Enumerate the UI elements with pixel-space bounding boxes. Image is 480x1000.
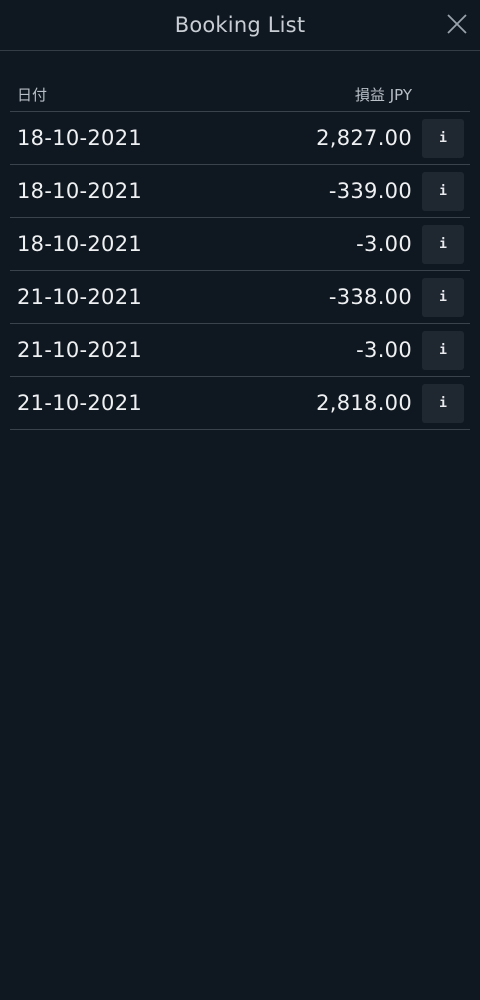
row-amount: -3.00 [356,338,412,362]
info-button[interactable]: i [422,118,464,158]
page-title: Booking List [174,13,306,37]
table-row: 18-10-2021 -3.00 i [10,218,470,271]
row-amount: 2,827.00 [316,126,412,150]
row-amount: 2,818.00 [316,391,412,415]
row-date: 21-10-2021 [17,338,143,362]
row-date: 21-10-2021 [17,285,143,309]
info-button[interactable]: i [422,330,464,370]
info-button[interactable]: i [422,383,464,423]
info-button[interactable]: i [422,171,464,211]
table-row: 18-10-2021 -339.00 i [10,165,470,218]
table-row: 21-10-2021 -3.00 i [10,324,470,377]
row-date: 18-10-2021 [17,232,143,256]
info-button[interactable]: i [422,277,464,317]
close-icon [447,14,467,34]
column-header-date: 日付 [17,86,48,104]
header-bar: Booking List [0,0,480,51]
row-amount: -339.00 [328,179,412,203]
row-date: 21-10-2021 [17,391,143,415]
column-header-pnl: 損益 JPY [354,86,412,104]
row-amount: -338.00 [328,285,412,309]
row-date: 18-10-2021 [17,179,143,203]
close-button[interactable] [444,11,470,37]
table-row: 18-10-2021 2,827.00 i [10,112,470,165]
booking-table: 日付 損益 JPY 18-10-2021 2,827.00 i 18-10-20… [10,51,470,430]
info-button[interactable]: i [422,224,464,264]
table-header: 日付 損益 JPY [10,78,470,112]
row-amount: -3.00 [356,232,412,256]
row-date: 18-10-2021 [17,126,143,150]
table-row: 21-10-2021 2,818.00 i [10,377,470,430]
table-row: 21-10-2021 -338.00 i [10,271,470,324]
